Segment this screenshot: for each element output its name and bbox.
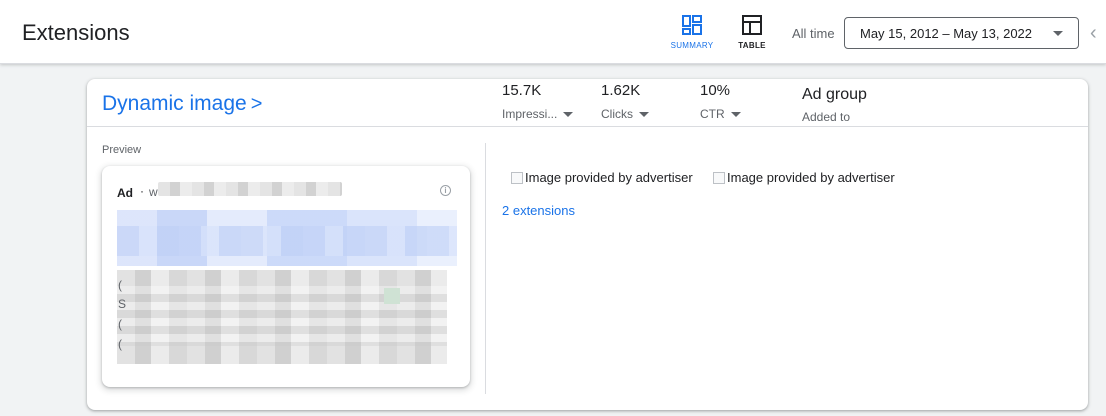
level-label: Added to xyxy=(802,110,851,124)
chevron-right-icon: > xyxy=(250,93,263,115)
metric-impressions: 15.7K Impressi... xyxy=(502,82,574,121)
table-icon xyxy=(742,15,762,35)
card-header: Dynamic image > 15.7K Impressi... 1.62K C… xyxy=(87,79,1088,127)
ad-line-start: ( xyxy=(118,317,122,331)
advertiser-image: Image provided by advertiser xyxy=(713,170,895,185)
ad-preview: Ad · w i ( S ( ( xyxy=(102,166,470,387)
metric-selector[interactable]: Impressi... xyxy=(502,107,574,121)
ad-description-redacted-spot xyxy=(384,288,400,304)
metric-selector[interactable]: Clicks xyxy=(601,107,649,121)
metric-label: Impressi... xyxy=(502,107,558,121)
image-alt-text: Image provided by advertiser xyxy=(727,170,895,185)
date-range-value: May 15, 2012 – May 13, 2022 xyxy=(860,26,1033,41)
ad-separator: · xyxy=(140,184,144,198)
page-header: Extensions SUMMARY TABLE All time May 15… xyxy=(0,0,1106,64)
metric-value: 15.7K xyxy=(502,82,542,99)
metric-ctr: 10% CTR xyxy=(700,82,741,121)
table-view-label: TABLE xyxy=(738,41,766,50)
vertical-divider xyxy=(485,143,486,394)
metric-selector[interactable]: CTR xyxy=(700,107,741,121)
info-icon[interactable]: i xyxy=(440,185,451,196)
preview-label: Preview xyxy=(102,144,142,156)
summary-view-button[interactable]: SUMMARY xyxy=(664,15,720,55)
dropdown-arrow-icon xyxy=(730,112,741,118)
dropdown-arrow-icon xyxy=(563,112,574,118)
ad-headline-redacted-overlay xyxy=(117,226,457,256)
table-view-button[interactable]: TABLE xyxy=(724,15,780,55)
metric-label: Clicks xyxy=(601,107,633,121)
broken-image-icon xyxy=(713,172,725,184)
dropdown-arrow-icon xyxy=(639,112,649,118)
chevron-left-icon[interactable]: ‹ xyxy=(1090,22,1097,45)
metric-label: CTR xyxy=(700,107,725,121)
date-range-preset: All time xyxy=(792,26,835,41)
level-value: Ad group xyxy=(802,86,867,103)
metric-clicks: 1.62K Clicks xyxy=(601,82,649,121)
ad-badge: Ad xyxy=(117,186,133,200)
metric-value: 10% xyxy=(700,82,731,99)
summary-icon xyxy=(682,15,702,35)
broken-image-icon xyxy=(511,172,523,184)
extensions-count-link[interactable]: 2 extensions xyxy=(502,203,575,218)
ad-line-start: S xyxy=(118,297,127,311)
extension-card: Dynamic image > 15.7K Impressi... 1.62K C… xyxy=(87,79,1088,410)
ad-url-redacted xyxy=(158,182,342,196)
date-range-picker[interactable]: May 15, 2012 – May 13, 2022 xyxy=(844,17,1079,49)
image-alt-text: Image provided by advertiser xyxy=(525,170,693,185)
page-title: Extensions xyxy=(22,20,130,45)
dropdown-arrow-icon xyxy=(1053,31,1063,36)
ad-line-start: ( xyxy=(118,337,122,351)
summary-view-label: SUMMARY xyxy=(670,41,714,50)
metric-value: 1.62K xyxy=(601,82,641,99)
ad-line-start: ( xyxy=(118,278,122,292)
advertiser-image: Image provided by advertiser xyxy=(511,170,693,185)
ad-url-start: w xyxy=(149,185,158,199)
added-to-level: Ad group Added to xyxy=(802,82,867,124)
card-title-text: Dynamic image xyxy=(102,92,247,115)
card-title-link[interactable]: Dynamic image > xyxy=(102,92,262,116)
